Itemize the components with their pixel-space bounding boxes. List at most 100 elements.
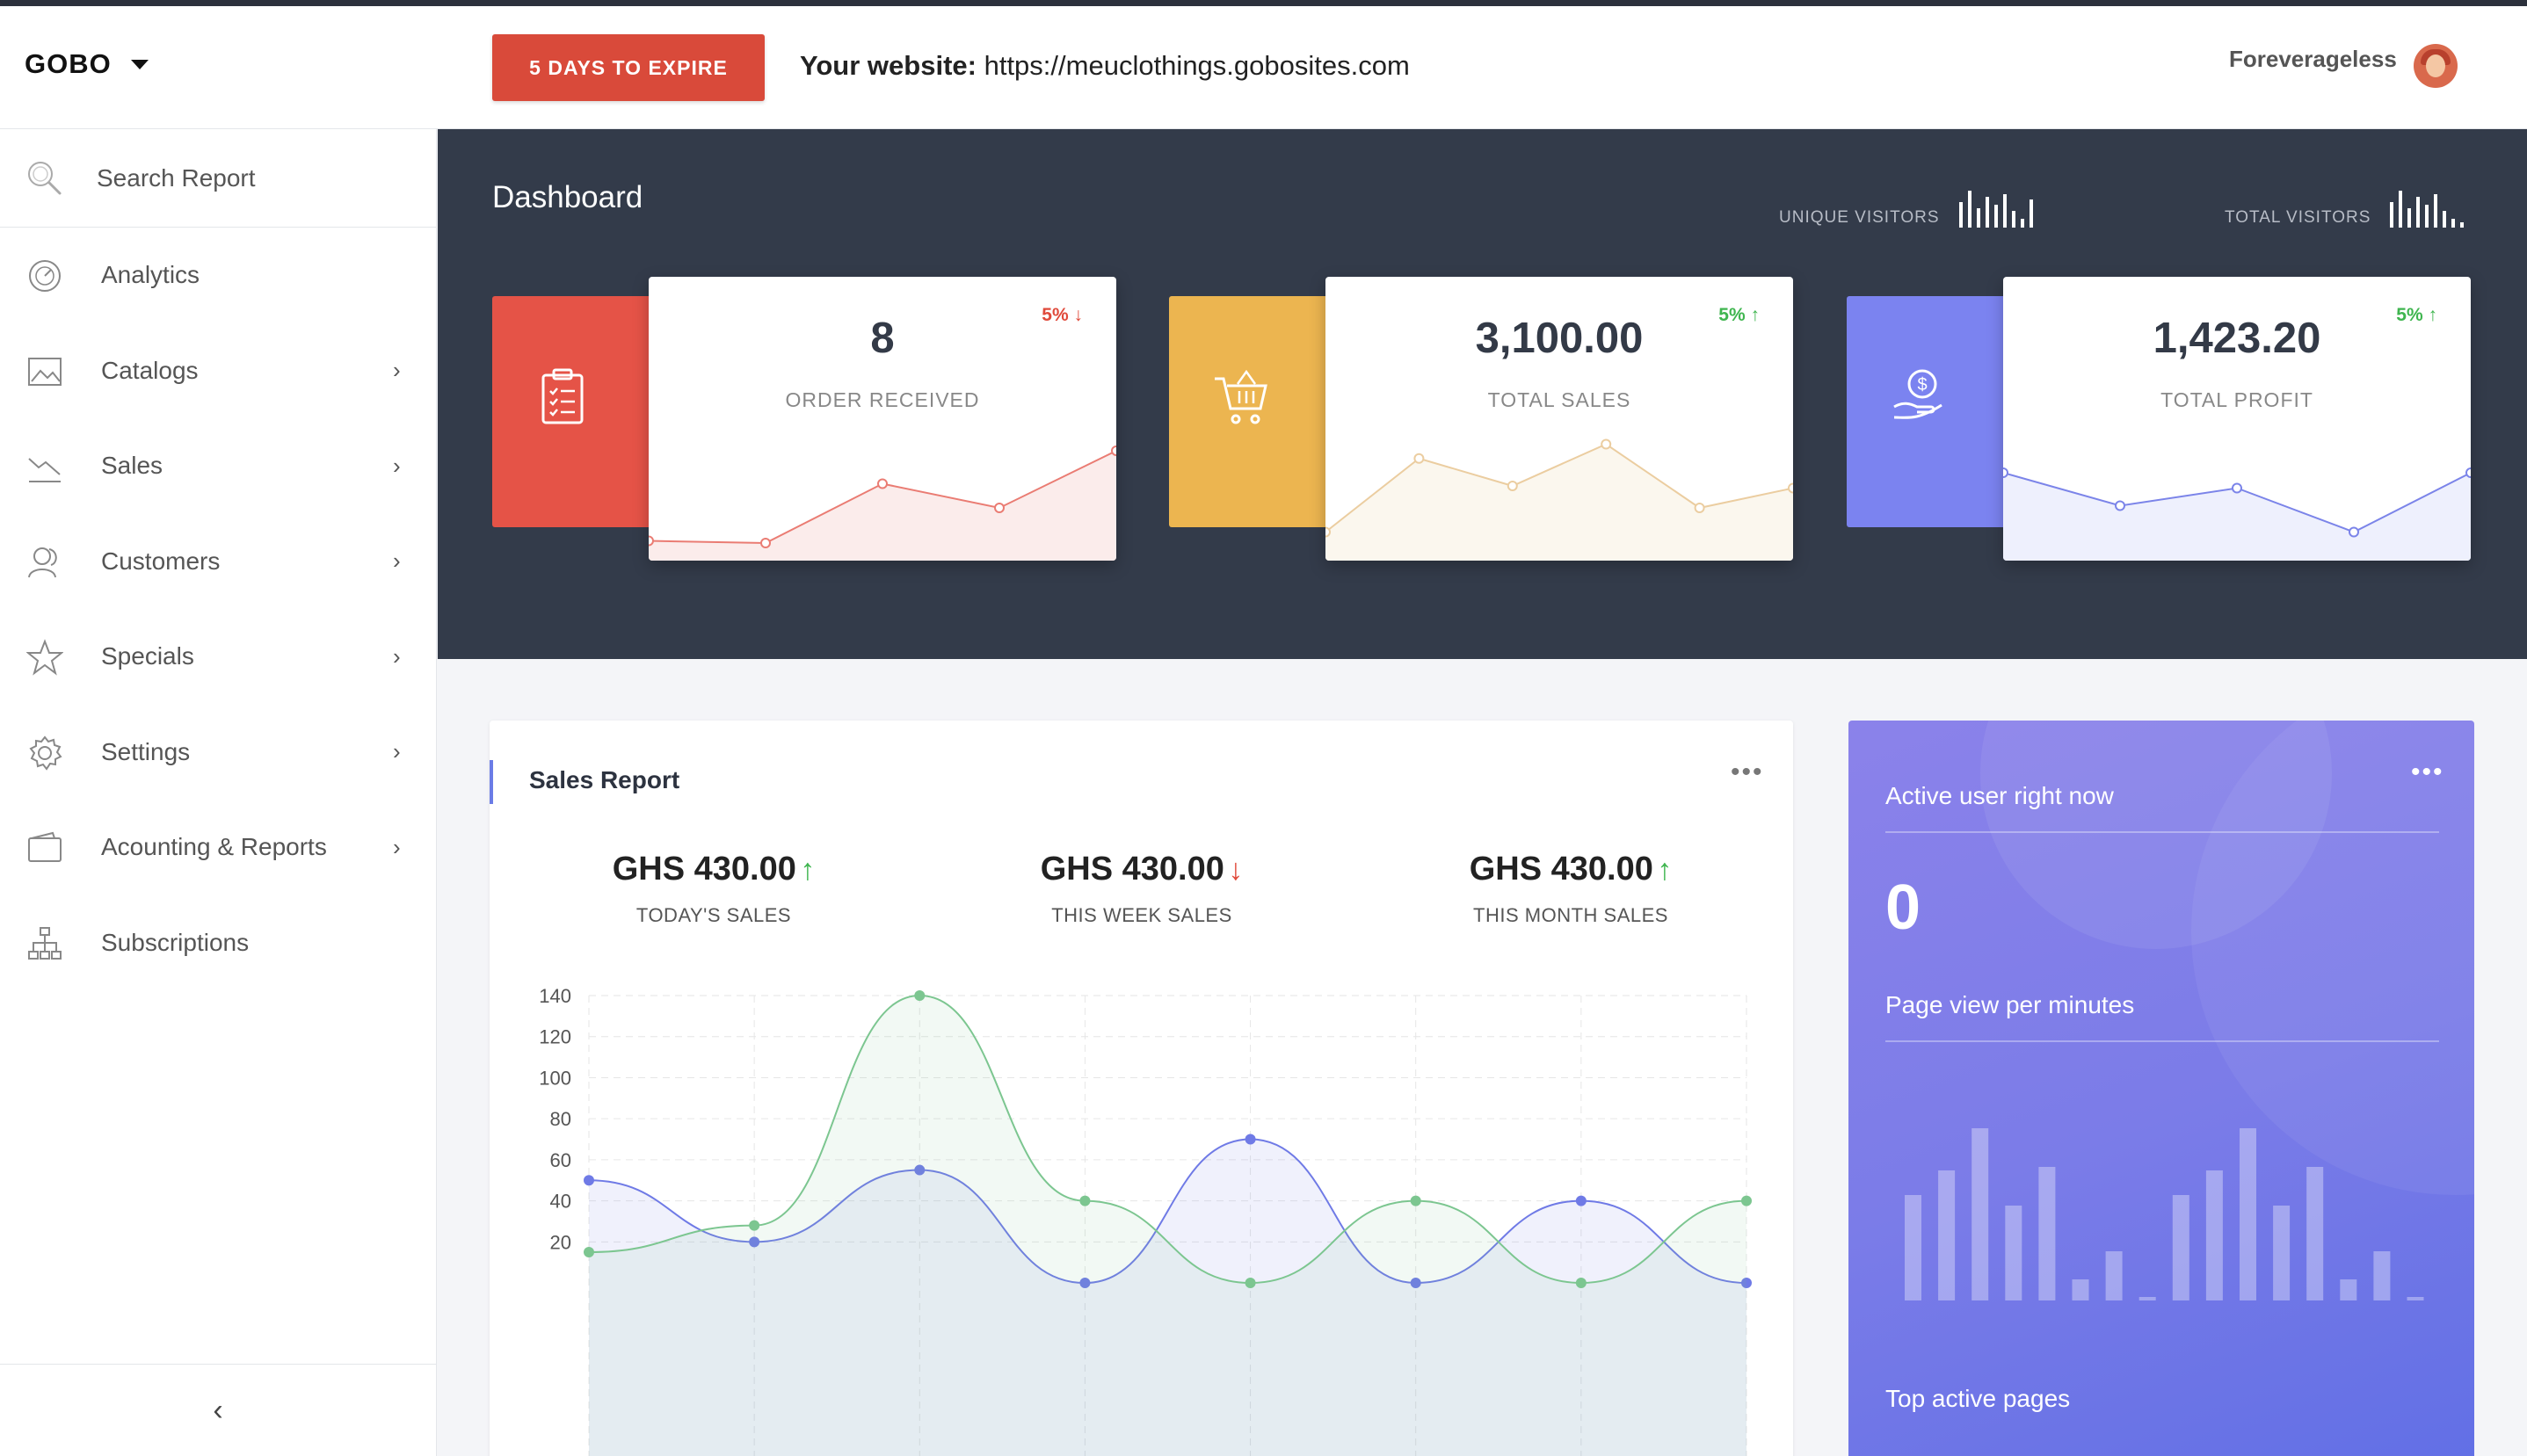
star-icon — [26, 639, 63, 676]
page-title: Dashboard — [492, 180, 643, 214]
page-view-bar — [2105, 1251, 2123, 1300]
website-url[interactable]: https://meuclothings.gobosites.com — [984, 50, 1410, 81]
data-point — [1575, 1195, 1587, 1206]
spark-point — [1507, 481, 1518, 491]
sidebar-item-label: Acounting & Reports — [101, 833, 327, 860]
visitor-bar — [2407, 207, 2412, 228]
sidebar-item-label: Subscriptions — [101, 928, 250, 956]
spark-point — [1694, 503, 1705, 513]
visitor-bar — [2002, 193, 2007, 228]
y-tick-label: 120 — [539, 1026, 571, 1048]
active-users-title: Active user right now — [1885, 782, 2114, 809]
y-tick-label: 60 — [550, 1149, 571, 1171]
stat-change: 5% ↑ — [1718, 305, 1761, 325]
active-users-count: 0 — [1885, 873, 1921, 943]
spark-point — [2115, 500, 2125, 511]
page-view-bar — [2273, 1206, 2291, 1300]
sidebar-item-acounting-reports[interactable]: Acounting & Reports › — [0, 803, 436, 891]
image-icon — [28, 357, 62, 386]
y-tick-label: 80 — [550, 1108, 571, 1130]
chevron-right-icon: › — [393, 452, 401, 479]
trend-up-icon: ↑ — [2428, 305, 2438, 325]
stat-tile: $ — [1847, 296, 2022, 527]
sales-chart: 20 40 60 80 100 120 140 — [539, 985, 1752, 1456]
y-tick-label: 40 — [550, 1191, 571, 1213]
trend-up-icon: ↑ — [1750, 305, 1761, 325]
unique-visitors-sparkbars — [1958, 191, 2038, 228]
website-label: Your website: — [800, 50, 977, 81]
brand-name: GOBO — [25, 48, 112, 79]
sidebar-item-label: Customers — [101, 547, 221, 575]
page-view-bar — [2005, 1206, 2022, 1300]
spark-point — [1601, 438, 1612, 450]
expire-button[interactable]: 5 DAYS TO EXPIRE — [492, 34, 765, 101]
stat-change: 5% ↑ — [2396, 305, 2438, 325]
visitor-bar — [1993, 205, 1998, 228]
search-icon — [28, 162, 62, 195]
sidebar-item-catalogs[interactable]: Catalogs › — [0, 327, 436, 415]
spark-point — [877, 478, 888, 489]
unique-visitors-label: UNIQUE VISITORS — [1779, 208, 1940, 227]
page-view-bar — [2139, 1297, 2156, 1300]
stat-sparkline — [649, 445, 1116, 561]
data-point — [1575, 1278, 1587, 1289]
visitor-bar — [2390, 202, 2394, 228]
sidebar-item-sales[interactable]: Sales › — [0, 422, 436, 510]
avatar[interactable] — [2414, 44, 2458, 88]
page-view-bars — [1905, 1128, 2424, 1300]
stat-card-total-profit: $1,423.20 TOTAL PROFIT 5% ↑ — [1847, 277, 2471, 561]
page-view-label: Page view per minutes — [1885, 991, 2135, 1018]
spark-point — [2465, 467, 2471, 478]
y-tick-label: 100 — [539, 1067, 571, 1089]
stat-card-body: 8 ORDER RECEIVED 5% ↓ — [649, 277, 1116, 561]
page-view-bar — [2407, 1297, 2424, 1300]
sidebar-item-analytics[interactable]: Analytics — [0, 231, 436, 319]
data-point — [1245, 1134, 1256, 1145]
sidebar-item-settings[interactable]: Settings › — [0, 708, 436, 796]
stat-label: ORDER RECEIVED — [785, 388, 980, 411]
total-visitors-sparkbars — [2390, 191, 2469, 228]
active-users-more-button[interactable]: ••• — [2411, 757, 2444, 787]
sidebar-item-subscriptions[interactable]: Subscriptions — [0, 899, 436, 987]
website-info: Your website: https://meuclothings.gobos… — [800, 50, 1410, 82]
total-visitors-label: TOTAL VISITORS — [2225, 208, 2371, 227]
page-view-bar — [2038, 1167, 2056, 1300]
sidebar-item-specials[interactable]: Specials › — [0, 612, 436, 700]
data-point — [1410, 1195, 1421, 1206]
chevron-right-icon: › — [393, 357, 401, 383]
sidebar-item-customers[interactable]: Customers › — [0, 518, 436, 605]
user-name[interactable]: Foreverageless — [2229, 46, 2397, 73]
visitor-bar — [2425, 205, 2429, 228]
sidebar-item-label: Specials — [101, 642, 194, 670]
visitor-bar — [2020, 219, 2024, 228]
visitor-bar — [2451, 219, 2456, 228]
svg-text:$: $ — [1917, 375, 1927, 395]
spark-point — [649, 535, 654, 547]
page-view-bar — [2340, 1279, 2357, 1300]
visitor-bar — [2029, 199, 2033, 228]
data-point — [584, 1175, 594, 1186]
visitor-bar — [2460, 221, 2465, 228]
stat-sparkline — [1325, 438, 1793, 561]
page-view-bar — [2205, 1170, 2223, 1300]
stat-tile — [492, 296, 668, 527]
cart-icon — [1215, 369, 1267, 424]
search-input[interactable] — [97, 159, 413, 198]
collapse-sidebar-button[interactable]: ‹ — [0, 1364, 436, 1456]
chevron-right-icon: › — [393, 547, 401, 574]
sales-report-card: Sales Report ••• GHS 430.00 ↑ TODAY'S SAL… — [490, 721, 1793, 1456]
spark-point — [1788, 482, 1793, 494]
page-view-bar — [2240, 1128, 2256, 1300]
active-users-card: Active user right now ••• 0 Page view pe… — [1848, 721, 2474, 1456]
trend-down-icon: ↓ — [1073, 305, 1084, 325]
spark-point — [2349, 526, 2359, 538]
chevron-right-icon: › — [393, 642, 401, 670]
sidebar-item-label: Sales — [101, 452, 163, 479]
gear-icon — [29, 735, 62, 771]
spark-point — [760, 538, 771, 548]
visitor-bar — [1985, 196, 1989, 228]
unique-visitors-widget: UNIQUE VISITORS — [1779, 191, 2038, 228]
stat-card-body: 1,423.20 TOTAL PROFIT 5% ↑ — [2003, 277, 2471, 561]
data-point — [584, 1247, 594, 1257]
brand-dropdown[interactable]: GOBO — [25, 48, 149, 80]
